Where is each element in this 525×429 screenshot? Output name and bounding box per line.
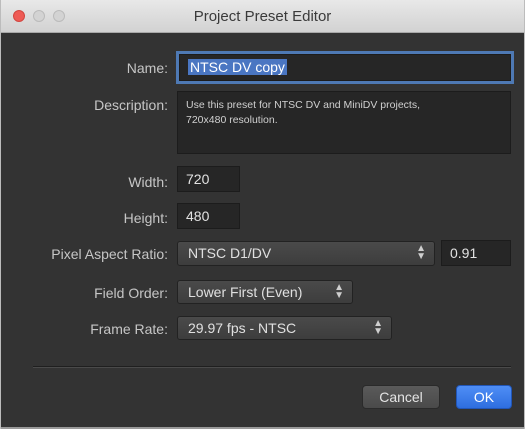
frame-rate-label: Frame Rate: bbox=[90, 321, 168, 337]
up-down-chevron-icon: ▲ ▼ bbox=[416, 243, 426, 262]
pixel-aspect-ratio-label: Pixel Aspect Ratio: bbox=[51, 246, 168, 262]
up-down-chevron-icon: ▲ ▼ bbox=[373, 318, 383, 337]
name-field-value: NTSC DV copy bbox=[188, 59, 287, 75]
pixel-aspect-ratio-value: NTSC D1/DV bbox=[188, 245, 272, 261]
description-field[interactable]: Use this preset for NTSC DV and MiniDV p… bbox=[177, 91, 511, 154]
height-field[interactable]: 480 bbox=[177, 203, 240, 229]
pixel-aspect-ratio-number-field[interactable]: 0.91 bbox=[441, 240, 511, 266]
window-title: Project Preset Editor bbox=[193, 8, 332, 25]
name-field[interactable]: NTSC DV copy bbox=[176, 51, 514, 84]
up-down-chevron-icon: ▲ ▼ bbox=[334, 282, 344, 301]
description-line-1: Use this preset for NTSC DV and MiniDV p… bbox=[186, 99, 420, 111]
project-preset-editor-window: Project Preset Editor Name: NTSC DV copy… bbox=[0, 0, 525, 429]
ok-button[interactable]: OK bbox=[456, 385, 512, 409]
field-order-label: Field Order: bbox=[94, 285, 168, 301]
separator bbox=[33, 366, 511, 368]
field-order-value: Lower First (Even) bbox=[188, 284, 303, 300]
name-label: Name: bbox=[126, 60, 168, 76]
frame-rate-popup[interactable]: 29.97 fps - NTSC ▲ ▼ bbox=[177, 316, 392, 340]
frame-rate-value: 29.97 fps - NTSC bbox=[188, 320, 297, 336]
width-label: Width: bbox=[128, 174, 168, 190]
title-bar: Project Preset Editor bbox=[1, 0, 524, 33]
pixel-aspect-ratio-popup[interactable]: NTSC D1/DV ▲ ▼ bbox=[177, 241, 435, 266]
description-line-2: 720x480 resolution. bbox=[186, 114, 278, 126]
height-label: Height: bbox=[123, 210, 168, 226]
description-label: Description: bbox=[94, 97, 168, 113]
field-order-popup[interactable]: Lower First (Even) ▲ ▼ bbox=[177, 280, 353, 304]
width-field[interactable]: 720 bbox=[177, 166, 240, 192]
cancel-button[interactable]: Cancel bbox=[362, 385, 440, 409]
